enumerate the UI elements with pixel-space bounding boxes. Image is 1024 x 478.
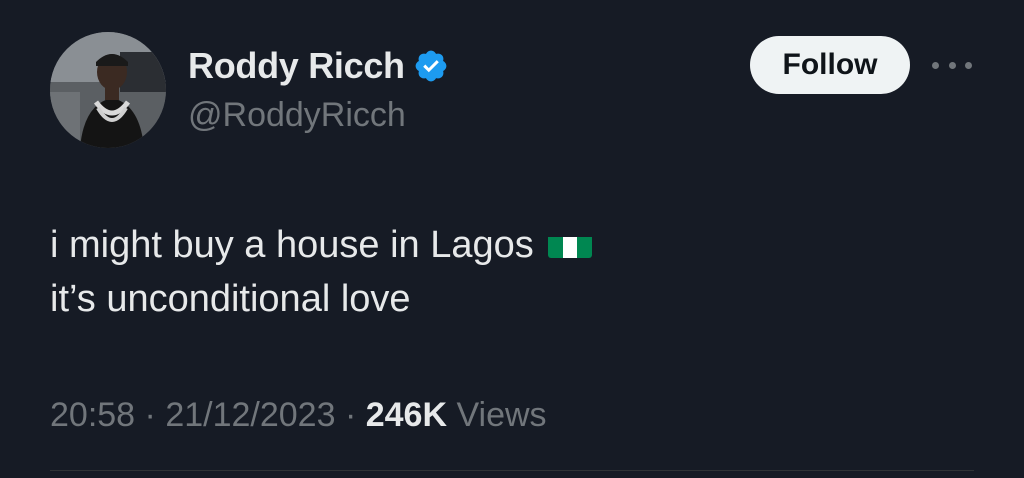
views-count[interactable]: 246K xyxy=(366,396,447,434)
tweet-line-1-text: i might buy a house in Lagos xyxy=(50,224,534,266)
tweet-card: Roddy Ricch @RoddyRicch Follow i might b… xyxy=(0,0,1024,478)
verified-badge-icon[interactable] xyxy=(413,48,449,84)
more-dot xyxy=(948,61,956,69)
tweet-date[interactable]: 21/12/2023 xyxy=(165,396,335,434)
more-dot xyxy=(965,61,972,69)
follow-button[interactable]: Follow xyxy=(750,36,910,94)
more-dot xyxy=(932,61,939,69)
tweet-text: i might buy a house in Lagos it’s uncond… xyxy=(50,218,592,326)
profile-photo xyxy=(50,32,166,148)
avatar[interactable] xyxy=(50,32,166,148)
meta-separator: · xyxy=(144,396,156,434)
tweet-line-1: i might buy a house in Lagos xyxy=(50,218,592,272)
more-horizontal-icon[interactable] xyxy=(932,50,972,80)
tweet-time[interactable]: 20:58 xyxy=(50,396,135,434)
divider xyxy=(50,470,974,471)
author-handle[interactable]: @RoddyRicch xyxy=(188,96,406,135)
views-label[interactable]: Views xyxy=(456,396,546,434)
author-name-row: Roddy Ricch xyxy=(188,44,449,88)
tweet-meta: 20:58 · 21/12/2023 · 246K Views xyxy=(50,396,547,435)
author-display-name[interactable]: Roddy Ricch xyxy=(188,45,405,87)
nigeria-flag-icon xyxy=(547,228,592,258)
tweet-line-2: it’s unconditional love xyxy=(50,278,411,320)
meta-separator: · xyxy=(344,396,357,434)
